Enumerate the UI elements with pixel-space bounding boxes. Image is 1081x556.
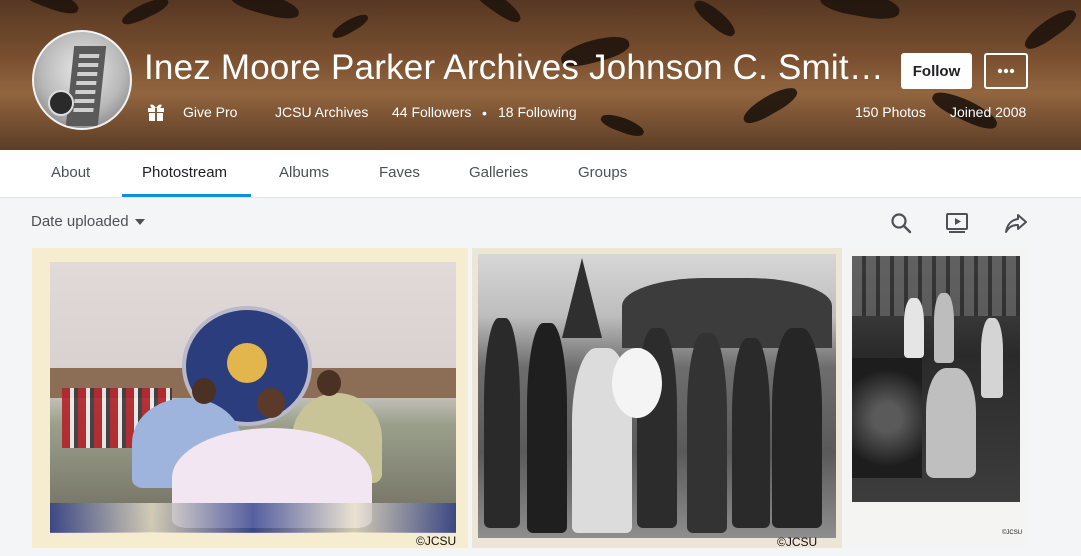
photo-count: 150 Photos bbox=[855, 104, 926, 120]
page-title: Inez Moore Parker Archives Johnson C. Sm… bbox=[144, 48, 884, 87]
tab-galleries[interactable]: Galleries bbox=[469, 150, 528, 198]
give-pro-link[interactable]: Give Pro bbox=[183, 104, 237, 120]
more-options-button[interactable] bbox=[984, 53, 1028, 89]
share-icon[interactable] bbox=[1004, 212, 1028, 234]
following-link[interactable]: 18 Following bbox=[498, 104, 577, 120]
sort-dropdown[interactable]: Date uploaded bbox=[31, 213, 145, 230]
photo-group-portrait[interactable]: ©JCSU bbox=[472, 248, 842, 548]
photo-credit: ©JCSU bbox=[416, 534, 457, 548]
joined-date: Joined 2008 bbox=[950, 104, 1027, 120]
tab-faves[interactable]: Faves bbox=[379, 150, 420, 198]
followers-link[interactable]: 44 Followers bbox=[392, 104, 471, 120]
avatar[interactable] bbox=[32, 30, 132, 130]
tab-albums[interactable]: Albums bbox=[279, 150, 329, 198]
realname: JCSU Archives bbox=[275, 104, 369, 120]
photo-credit: ©JCSU bbox=[777, 535, 818, 548]
follow-button[interactable]: Follow bbox=[901, 53, 972, 89]
active-tab-indicator bbox=[122, 194, 251, 197]
search-icon[interactable] bbox=[890, 212, 912, 234]
tab-groups[interactable]: Groups bbox=[578, 150, 627, 198]
slideshow-icon[interactable] bbox=[945, 212, 969, 234]
tab-photostream[interactable]: Photostream bbox=[142, 150, 227, 198]
photo-students-seated[interactable]: ©JCSU bbox=[846, 248, 1028, 548]
gift-icon bbox=[148, 104, 164, 121]
subnav: About Photostream Albums Faves Galleries… bbox=[0, 150, 1081, 198]
tab-about[interactable]: About bbox=[51, 150, 90, 198]
caret-down-icon bbox=[134, 219, 145, 226]
photo-homecoming-float[interactable]: ©JCSU bbox=[32, 248, 468, 548]
photo-credit: ©JCSU bbox=[1002, 530, 1023, 536]
sort-label: Date uploaded bbox=[31, 213, 129, 230]
more-icon bbox=[997, 68, 1015, 74]
separator-dot: • bbox=[482, 105, 487, 121]
